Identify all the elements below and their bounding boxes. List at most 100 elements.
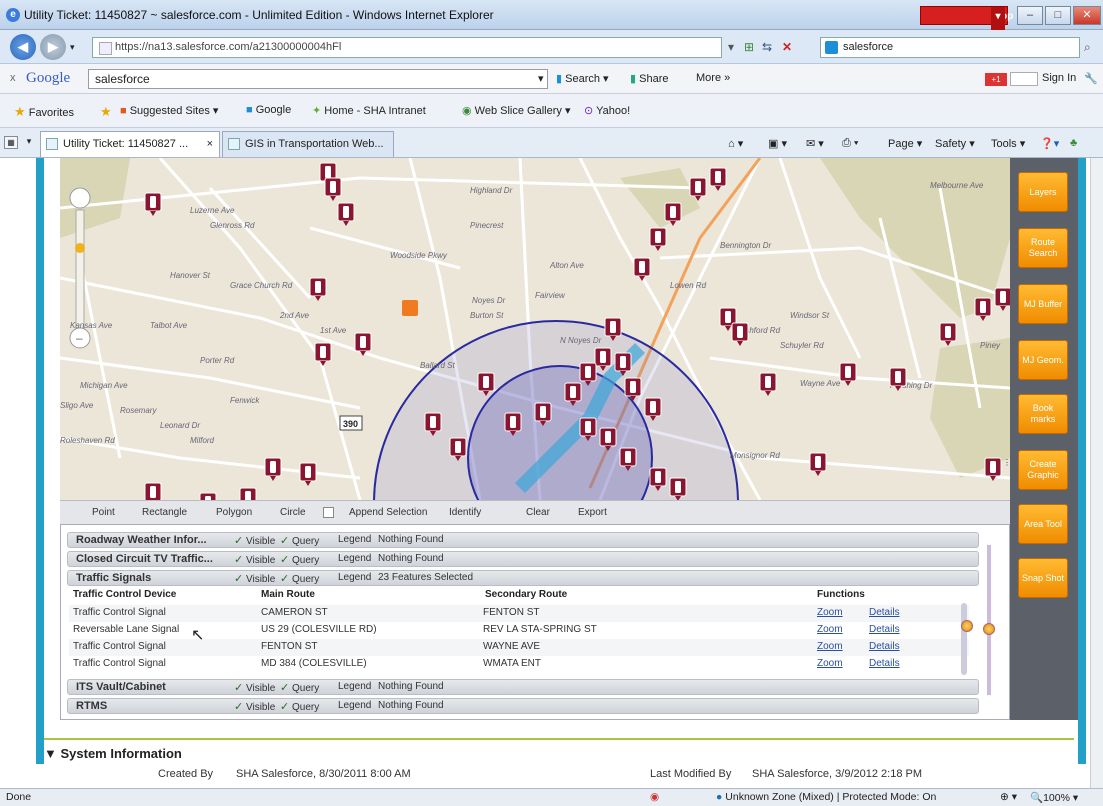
traffic-signal-marker[interactable]: [731, 322, 749, 346]
fav-item-sha-intranet[interactable]: ✦ Home - SHA Intranet: [312, 104, 426, 117]
route-search-button[interactable]: Route Search: [1018, 228, 1068, 268]
fav-item-suggested-sites[interactable]: ■ Suggested Sites ▾: [120, 104, 218, 117]
query-checkbox[interactable]: ✓ Query: [280, 700, 319, 713]
polygon-tool-button[interactable]: Polygon: [216, 507, 252, 518]
plus-one-badge[interactable]: +1: [985, 73, 1007, 86]
traffic-signal-marker[interactable]: [199, 492, 217, 500]
system-info-header[interactable]: ▼ System Information: [44, 746, 182, 761]
stop-sharing-button[interactable]: Stop Sharing▾: [920, 6, 1028, 45]
quick-tabs-icon[interactable]: ▦: [4, 136, 18, 149]
map-view[interactable]: – Luzerne Ave Glenross Rd Highland Dr Pi…: [60, 158, 1010, 500]
identify-button[interactable]: Identify: [449, 507, 481, 518]
history-dropdown-icon[interactable]: ▾: [70, 42, 75, 53]
favorites-button[interactable]: ★ Favorites: [14, 104, 74, 120]
zoom-link[interactable]: Zoom: [817, 624, 843, 635]
share-button[interactable]: ▮ Share: [630, 72, 668, 85]
visible-checkbox[interactable]: ✓ Visible: [234, 572, 275, 585]
table-scroll-thumb[interactable]: [961, 620, 973, 632]
traffic-signal-marker[interactable]: [633, 257, 651, 281]
table-row[interactable]: Traffic Control Signal MD 384 (COLESVILL…: [69, 656, 969, 673]
export-button[interactable]: Export: [578, 507, 607, 518]
details-link[interactable]: Details: [869, 624, 900, 635]
feeds-icon[interactable]: ▣ ▾: [768, 137, 787, 150]
legend-link[interactable]: Legend: [338, 534, 371, 545]
tab-utility-ticket[interactable]: Utility Ticket: 11450827 ... ×: [40, 131, 220, 157]
traffic-signal-marker[interactable]: [939, 322, 957, 346]
print-icon[interactable]: ⎙ ▾: [842, 137, 858, 150]
traffic-signal-marker[interactable]: [649, 227, 667, 251]
layer-group-its-vault[interactable]: ITS Vault/Cabinet ✓ Visible ✓ Query Lege…: [67, 679, 979, 695]
mj-buffer-button[interactable]: MJ Buffer: [1018, 284, 1068, 324]
safety-menu[interactable]: Safety ▾: [935, 137, 975, 150]
more-button[interactable]: More »: [696, 72, 730, 84]
traffic-signal-marker[interactable]: [144, 482, 162, 500]
research-icon[interactable]: ♣: [1070, 137, 1077, 149]
area-tool-button[interactable]: Area Tool: [1018, 504, 1068, 544]
url-input[interactable]: https://na13.salesforce.com/a21300000004…: [92, 37, 722, 58]
query-checkbox[interactable]: ✓ Query: [280, 553, 319, 566]
panel-scroll-thumb[interactable]: [983, 623, 995, 635]
zoom-link[interactable]: Zoom: [817, 641, 843, 652]
zoom-link[interactable]: Zoom: [817, 607, 843, 618]
legend-link[interactable]: Legend: [338, 553, 371, 564]
clear-button[interactable]: Clear: [526, 507, 550, 518]
toggle-switch[interactable]: [1010, 72, 1038, 86]
layers-button[interactable]: Layers: [1018, 172, 1068, 212]
query-checkbox[interactable]: ✓ Query: [280, 681, 319, 694]
zone-options-icon[interactable]: ⊕ ▾: [1000, 791, 1017, 803]
add-favorite-icon[interactable]: ★: [100, 104, 112, 120]
refresh-icon[interactable]: ⇆: [762, 38, 772, 57]
tab-list-icon[interactable]: ▾: [22, 136, 36, 149]
page-menu[interactable]: Page ▾: [888, 137, 922, 150]
back-icon[interactable]: ◀: [10, 34, 36, 60]
traffic-signal-marker[interactable]: [309, 277, 327, 301]
layer-group-rtms[interactable]: RTMS ✓ Visible ✓ Query Legend Nothing Fo…: [67, 698, 979, 714]
layer-group-traffic-signals[interactable]: Traffic Signals ✓ Visible ✓ Query Legend…: [67, 570, 979, 586]
table-scrollbar[interactable]: [961, 603, 967, 675]
traffic-signal-marker[interactable]: [324, 177, 342, 201]
chevron-down-icon[interactable]: ▾: [991, 7, 1005, 26]
append-selection-checkbox[interactable]: [323, 507, 334, 518]
details-link[interactable]: Details: [869, 641, 900, 652]
traffic-signal-marker[interactable]: [759, 372, 777, 396]
bookmarks-button[interactable]: Book marks: [1018, 394, 1068, 434]
maximize-button[interactable]: □: [1045, 6, 1071, 25]
map-resize-handle[interactable]: ⋮: [1003, 458, 1010, 470]
site-search-input[interactable]: salesforce: [820, 37, 1080, 58]
tools-menu[interactable]: Tools ▾: [991, 137, 1025, 150]
layer-group-roadway-weather[interactable]: Roadway Weather Infor... ✓ Visible ✓ Que…: [67, 532, 979, 548]
mj-geom-button[interactable]: MJ Geom.: [1018, 340, 1068, 380]
panel-scrollbar[interactable]: [987, 545, 991, 695]
privacy-icon[interactable]: ◉: [650, 791, 659, 803]
traffic-signal-marker[interactable]: [809, 452, 827, 476]
visible-checkbox[interactable]: ✓ Visible: [234, 534, 275, 547]
home-icon[interactable]: ⌂ ▾: [728, 137, 743, 150]
fav-item-google[interactable]: ■ Google: [246, 104, 291, 116]
traffic-signal-marker[interactable]: [239, 487, 257, 500]
mail-icon[interactable]: ✉ ▾: [806, 137, 824, 150]
create-graphic-button[interactable]: Create Graphic: [1018, 450, 1068, 490]
google-search-dropdown-icon[interactable]: ▾: [538, 72, 544, 85]
zoom-link[interactable]: Zoom: [817, 658, 843, 669]
zoom-level[interactable]: 🔍100% ▾: [1030, 791, 1078, 804]
legend-link[interactable]: Legend: [338, 700, 371, 711]
close-window-button[interactable]: ✕: [1073, 6, 1101, 25]
google-search-button[interactable]: ▮ Search ▾: [556, 72, 609, 85]
wrench-icon[interactable]: 🔧: [1084, 72, 1098, 85]
legend-link[interactable]: Legend: [338, 681, 371, 692]
url-dropdown-icon[interactable]: ▾: [728, 38, 734, 57]
close-tab-icon[interactable]: ×: [207, 132, 213, 156]
visible-checkbox[interactable]: ✓ Visible: [234, 700, 275, 713]
rectangle-tool-button[interactable]: Rectangle: [142, 507, 187, 518]
fav-item-yahoo[interactable]: ⊙ Yahoo!: [584, 104, 630, 117]
traffic-signal-marker[interactable]: [839, 362, 857, 386]
point-tool-button[interactable]: Point: [92, 507, 115, 518]
visible-checkbox[interactable]: ✓ Visible: [234, 553, 275, 566]
fav-item-web-slice[interactable]: ◉ Web Slice Gallery ▾: [462, 104, 570, 117]
tab-gis-transportation[interactable]: GIS in Transportation Web...: [222, 131, 394, 157]
search-icon[interactable]: ⌕: [1084, 38, 1091, 57]
forward-icon[interactable]: ▶: [40, 34, 66, 60]
visible-checkbox[interactable]: ✓ Visible: [234, 681, 275, 694]
map-canvas[interactable]: – Luzerne Ave Glenross Rd Highland Dr Pi…: [60, 158, 1010, 500]
query-checkbox[interactable]: ✓ Query: [280, 572, 319, 585]
